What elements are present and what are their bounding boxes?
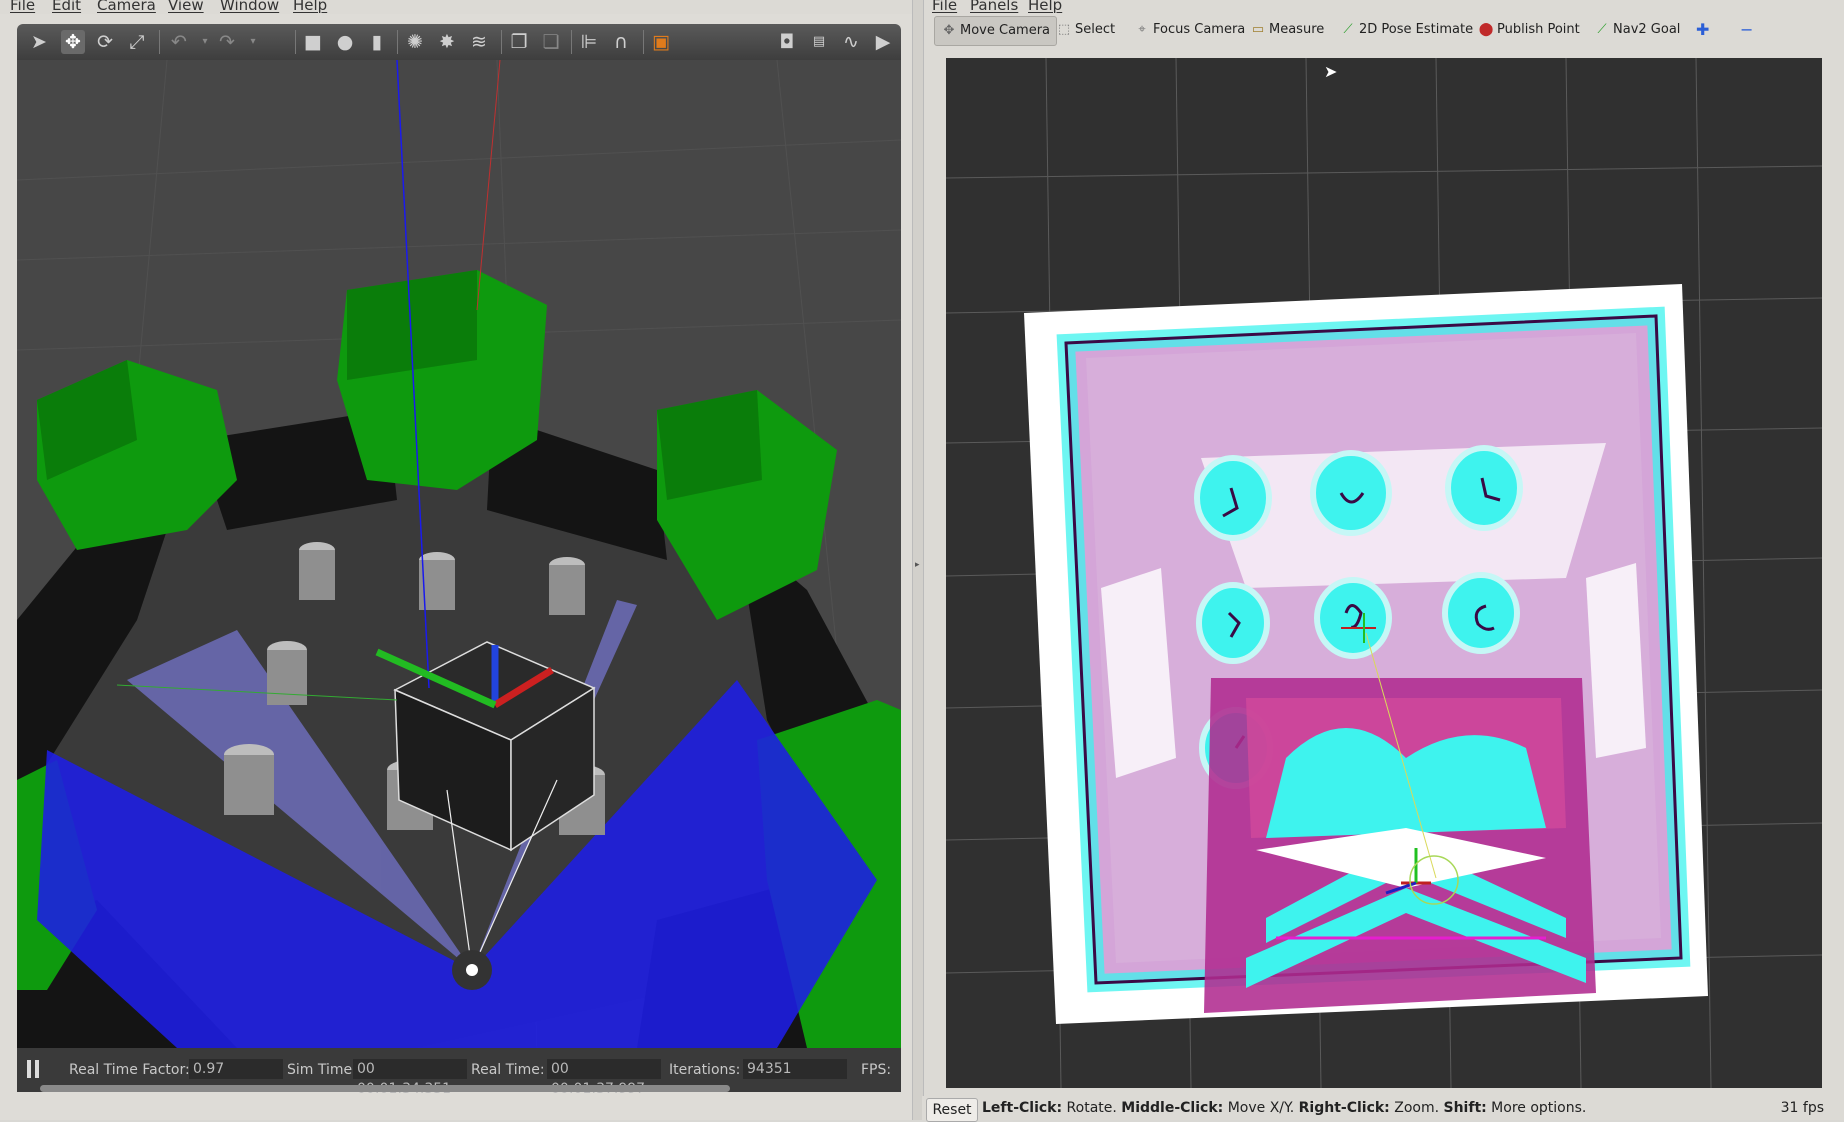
real-time-label: Real Time:	[471, 1062, 545, 1078]
snap-icon[interactable]: ∩	[609, 30, 633, 54]
scale-icon[interactable]: ⤢	[125, 30, 149, 54]
gz-menu-edit[interactable]: Edit	[52, 0, 81, 14]
screenshot-icon[interactable]: ◘	[775, 30, 799, 54]
rtf-value: 0.97	[189, 1059, 283, 1079]
real-time-value: 00 00:01:37.997	[547, 1059, 661, 1097]
tool-label: 2D Pose Estimate	[1359, 22, 1474, 37]
align-icon[interactable]: ⊫	[577, 30, 601, 54]
hint-right-click-text: Zoom.	[1389, 1100, 1444, 1116]
gz-menu-view[interactable]: View	[168, 0, 204, 14]
hint-shift-text: More options.	[1486, 1100, 1587, 1116]
gz-menu-camera[interactable]: Camera	[97, 0, 156, 14]
log-icon[interactable]: ▤	[807, 30, 831, 54]
rviz-menu-panels[interactable]: Panels	[970, 0, 1018, 14]
tool-label: Nav2 Goal	[1613, 22, 1681, 37]
rviz-menubar: File Panels Help	[926, 0, 1844, 14]
redo-dropdown-icon[interactable]: ▾	[241, 30, 265, 54]
gazebo-menubar: File Edit Camera View Window Help	[0, 0, 912, 14]
cylinder-icon[interactable]: ▮	[365, 30, 389, 54]
focus-camera-icon: ⌖	[1138, 22, 1146, 37]
fps-readout: 31 fps	[1780, 1100, 1824, 1116]
window-splitter[interactable]: ▸	[912, 0, 924, 1120]
tool-nav2-goal[interactable]: ⟋ Nav2 Goal	[1588, 16, 1686, 44]
plot-icon[interactable]: ∿	[839, 30, 863, 54]
gz-menu-window[interactable]: Window	[220, 0, 279, 14]
tool-label: Move Camera	[960, 23, 1051, 38]
remove-tool-minus-icon[interactable]: −	[1734, 16, 1759, 44]
tool-2d-pose-estimate[interactable]: ⟋ 2D Pose Estimate	[1334, 16, 1479, 44]
tool-measure[interactable]: ▭ Measure	[1244, 16, 1330, 44]
copy-icon[interactable]: ❐	[507, 30, 531, 54]
select-icon: ⬚	[1057, 22, 1071, 37]
sim-time-value: 00 00:01:34.351	[353, 1059, 467, 1097]
add-tool-plus-icon[interactable]: ✚	[1690, 16, 1715, 44]
publish-point-icon: ⬤	[1478, 22, 1494, 37]
redo-icon[interactable]: ↷	[215, 30, 239, 54]
mouse-cursor-icon: ➤	[1324, 62, 1338, 81]
rviz-menu-file[interactable]: File	[932, 0, 957, 14]
undo-icon[interactable]: ↶	[167, 30, 191, 54]
iterations-value: 94351	[743, 1059, 847, 1079]
directional-light-icon[interactable]: ≋	[467, 30, 491, 54]
reset-button[interactable]: Reset	[926, 1098, 978, 1122]
tool-label: Measure	[1269, 22, 1325, 37]
move-camera-icon: ✥	[943, 23, 955, 38]
spot-light-icon[interactable]: ✸	[435, 30, 459, 54]
hint-shift-key: Shift:	[1443, 1100, 1487, 1116]
tool-select[interactable]: ⬚ Select	[1050, 16, 1121, 44]
tool-publish-point[interactable]: ⬤ Publish Point	[1472, 16, 1586, 44]
fps-label: FPS:	[861, 1062, 892, 1078]
tool-move-camera[interactable]: ✥ Move Camera	[934, 16, 1058, 46]
hint-left-click-text: Rotate.	[1062, 1100, 1122, 1116]
nav-goal-icon: ⟋	[1597, 22, 1607, 37]
sim-time-label: Sim Time:	[287, 1062, 357, 1078]
tool-label: Publish Point	[1497, 22, 1580, 37]
rviz-3d-viewport[interactable]: ➤	[946, 58, 1822, 1088]
change-view-icon[interactable]: ▣	[649, 30, 673, 54]
record-video-icon[interactable]: ▶	[871, 30, 895, 54]
hint-middle-click-key: Middle-Click:	[1121, 1100, 1224, 1116]
point-light-icon[interactable]: ✺	[403, 30, 427, 54]
sphere-icon[interactable]: ●	[333, 30, 357, 54]
costmap-view	[946, 58, 1822, 1088]
hint-right-click-key: Right-Click:	[1298, 1100, 1390, 1116]
gz-menu-help[interactable]: Help	[293, 0, 327, 14]
gz-menu-file[interactable]: File	[10, 0, 35, 14]
undo-dropdown-icon[interactable]: ▾	[193, 30, 217, 54]
rviz-menu-help[interactable]: Help	[1028, 0, 1062, 14]
gazebo-horizontal-scrollbar[interactable]	[40, 1085, 730, 1092]
measure-icon: ▭	[1251, 22, 1265, 37]
tool-focus-camera[interactable]: ⌖ Focus Camera	[1128, 16, 1251, 44]
gazebo-3d-viewport[interactable]	[17, 60, 901, 1048]
hint-middle-click-text: Move X/Y.	[1223, 1100, 1299, 1116]
pause-icon[interactable]	[27, 1060, 41, 1078]
rotate-icon[interactable]: ⟳	[93, 30, 117, 54]
pose-estimate-icon: ⟋	[1343, 22, 1353, 37]
select-arrow-icon[interactable]: ➤	[27, 30, 51, 54]
tool-label: Select	[1075, 22, 1116, 37]
tool-label: Focus Camera	[1153, 22, 1246, 37]
hint-left-click-key: Left-Click:	[982, 1100, 1063, 1116]
translate-icon[interactable]: ✥	[61, 30, 85, 54]
rtf-label: Real Time Factor:	[69, 1062, 190, 1078]
paste-icon[interactable]: ❏	[539, 30, 563, 54]
interaction-hint: Left-Click: Rotate. Middle-Click: Move X…	[982, 1100, 1586, 1116]
gazebo-scene	[17, 60, 901, 1048]
gazebo-toolbar: ➤ ✥ ⟳ ⤢ ↶ ▾ ↷ ▾ ■ ● ▮ ✺ ✸ ≋ ❐ ❏ ⊫ ∩ ▣ ◘ …	[17, 24, 901, 60]
box-icon[interactable]: ■	[301, 30, 325, 54]
iterations-label: Iterations:	[669, 1062, 741, 1078]
local-costmap	[1204, 678, 1596, 1013]
